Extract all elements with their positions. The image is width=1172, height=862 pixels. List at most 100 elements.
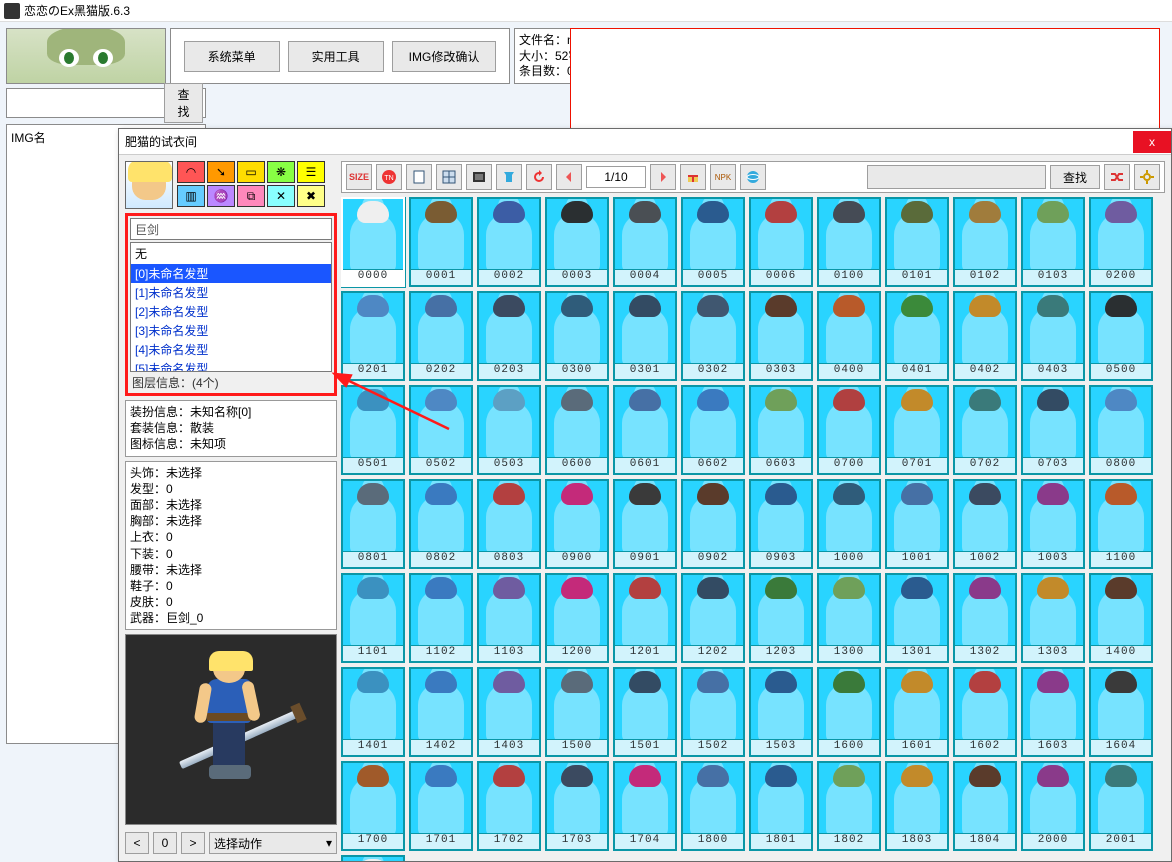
size-icon[interactable]: SIZE [346, 164, 372, 190]
item-tile[interactable]: 0102 [953, 197, 1017, 287]
list-item[interactable]: [3]未命名发型 [131, 321, 331, 340]
item-tile[interactable]: 0006 [749, 197, 813, 287]
item-tile[interactable]: 2001 [1089, 761, 1153, 851]
list-item[interactable]: [0]未命名发型 [131, 264, 331, 283]
item-tile[interactable]: 0005 [681, 197, 745, 287]
item-tile[interactable]: 1400 [1089, 573, 1153, 663]
dialog-titlebar[interactable]: 肥猫的试衣间 x [119, 129, 1171, 155]
doc-icon[interactable] [406, 164, 432, 190]
item-tile[interactable]: 2000 [1021, 761, 1085, 851]
npk-icon[interactable]: NPK [710, 164, 736, 190]
item-tile[interactable]: 0302 [681, 291, 745, 381]
item-tile[interactable]: 1001 [885, 479, 949, 569]
item-tile[interactable]: 0101 [885, 197, 949, 287]
item-tile[interactable]: 0901 [613, 479, 677, 569]
list-item[interactable]: [2]未命名发型 [131, 302, 331, 321]
system-menu-button[interactable]: 系统菜单 [184, 41, 280, 72]
item-tile[interactable]: 1700 [341, 761, 405, 851]
item-tile[interactable]: 0401 [885, 291, 949, 381]
shuffle-icon[interactable] [1104, 164, 1130, 190]
item-tile[interactable]: 1600 [817, 667, 881, 757]
item-tile[interactable]: 0103 [1021, 197, 1085, 287]
slot-button-9[interactable]: ✕ [267, 185, 295, 207]
item-tile[interactable]: 0703 [1021, 385, 1085, 475]
page-fwd-button[interactable] [650, 164, 676, 190]
item-tile[interactable]: 1703 [545, 761, 609, 851]
item-tile[interactable]: 1502 [681, 667, 745, 757]
next-frame-button[interactable]: > [181, 832, 205, 854]
item-tile[interactable]: 0402 [953, 291, 1017, 381]
dialog-close-button[interactable]: x [1133, 131, 1171, 153]
main-search-button[interactable]: 查找 [164, 83, 203, 123]
gear-icon[interactable] [1134, 164, 1160, 190]
page-back-button[interactable] [556, 164, 582, 190]
item-tile[interactable]: 1801 [749, 761, 813, 851]
prev-frame-button[interactable]: < [125, 832, 149, 854]
item-tile[interactable]: 1403 [477, 667, 541, 757]
item-tile[interactable]: 1103 [477, 573, 541, 663]
item-tile[interactable]: 2002 [341, 855, 405, 861]
item-tile[interactable]: 1702 [477, 761, 541, 851]
item-tile[interactable]: 1500 [545, 667, 609, 757]
item-tile[interactable]: 1704 [613, 761, 677, 851]
tn-icon[interactable]: TN [376, 164, 402, 190]
slot-button-8[interactable]: ⧉ [237, 185, 265, 207]
item-tile[interactable]: 1601 [885, 667, 949, 757]
item-tile[interactable]: 0701 [885, 385, 949, 475]
item-tile[interactable]: 0300 [545, 291, 609, 381]
grid-search-button[interactable]: 查找 [1050, 165, 1100, 189]
list-item[interactable]: [5]未命名发型 [131, 359, 331, 372]
item-tile[interactable]: 0004 [613, 197, 677, 287]
item-tile[interactable]: 1201 [613, 573, 677, 663]
slot-button-7[interactable]: ♒ [207, 185, 235, 207]
item-tile[interactable]: 0600 [545, 385, 609, 475]
item-tile[interactable]: 0000 [341, 197, 405, 287]
item-tile[interactable]: 0602 [681, 385, 745, 475]
item-tile[interactable]: 1803 [885, 761, 949, 851]
slot-button-2[interactable]: ➘ [207, 161, 235, 183]
shirt-icon[interactable] [496, 164, 522, 190]
item-tile[interactable]: 0802 [409, 479, 473, 569]
item-tile[interactable]: 1501 [613, 667, 677, 757]
item-tile[interactable]: 1303 [1021, 573, 1085, 663]
item-tile[interactable]: 0003 [545, 197, 609, 287]
hair-style-listbox[interactable]: 无 [0]未命名发型[1]未命名发型[2]未命名发型[3]未命名发型[4]未命名… [130, 242, 332, 372]
item-tile[interactable]: 0801 [341, 479, 405, 569]
item-tile[interactable]: 1701 [409, 761, 473, 851]
item-tile[interactable]: 0303 [749, 291, 813, 381]
item-tile[interactable]: 0301 [613, 291, 677, 381]
img-confirm-button[interactable]: IMG修改确认 [392, 41, 497, 72]
slot-button-4[interactable]: ❋ [267, 161, 295, 183]
util-tools-button[interactable]: 实用工具 [288, 41, 384, 72]
weapon-type-combo[interactable] [130, 218, 332, 240]
item-tile[interactable]: 0900 [545, 479, 609, 569]
item-tile[interactable]: 1602 [953, 667, 1017, 757]
gift-icon[interactable] [680, 164, 706, 190]
item-tile[interactable]: 0501 [341, 385, 405, 475]
item-tile[interactable]: 0202 [409, 291, 473, 381]
item-tile[interactable]: 1402 [409, 667, 473, 757]
item-tile[interactable]: 1102 [409, 573, 473, 663]
item-tile[interactable]: 1603 [1021, 667, 1085, 757]
item-tile[interactable]: 1804 [953, 761, 1017, 851]
item-tile[interactable]: 1200 [545, 573, 609, 663]
grid-icon[interactable] [436, 164, 462, 190]
item-tile[interactable]: 0800 [1089, 385, 1153, 475]
list-item[interactable]: [1]未命名发型 [131, 283, 331, 302]
slot-button-10[interactable]: ✖ [297, 185, 325, 207]
item-tile[interactable]: 1802 [817, 761, 881, 851]
item-tile[interactable]: 1002 [953, 479, 1017, 569]
item-tile[interactable]: 0601 [613, 385, 677, 475]
item-tile[interactable]: 0903 [749, 479, 813, 569]
list-option-none[interactable]: 无 [131, 243, 331, 264]
item-grid-scroll[interactable]: 0000000100020003000400050006010001010102… [341, 197, 1165, 861]
item-tile[interactable]: 0700 [817, 385, 881, 475]
action-select[interactable]: 选择动作▾ [209, 832, 337, 854]
item-tile[interactable]: 1003 [1021, 479, 1085, 569]
item-tile[interactable]: 0503 [477, 385, 541, 475]
item-tile[interactable]: 1503 [749, 667, 813, 757]
item-tile[interactable]: 1800 [681, 761, 745, 851]
item-tile[interactable]: 1100 [1089, 479, 1153, 569]
item-tile[interactable]: 0203 [477, 291, 541, 381]
item-tile[interactable]: 1101 [341, 573, 405, 663]
